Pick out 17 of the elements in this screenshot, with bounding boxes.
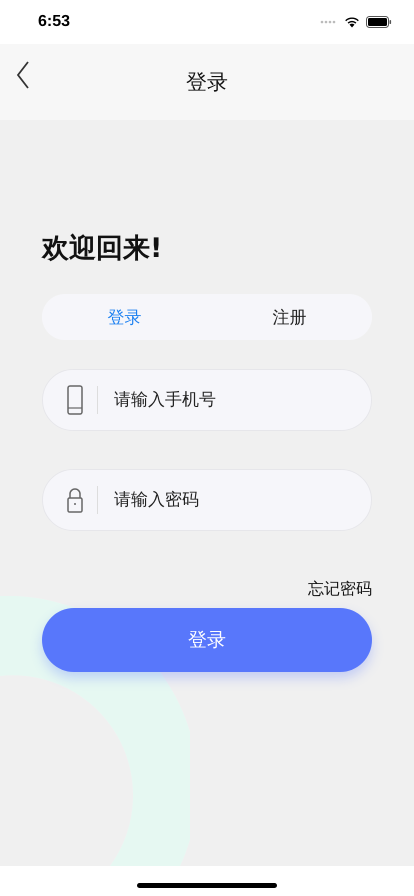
welcome-heading: 欢迎回来! xyxy=(42,232,164,266)
tab[interactable]: 注册 xyxy=(207,294,372,340)
text-input[interactable]: 请输入密码 xyxy=(112,489,371,511)
tab[interactable]: 登录 xyxy=(42,294,207,340)
status-time: 6:53 xyxy=(38,13,70,31)
nav-title: 登录 xyxy=(186,69,228,96)
phone-icon xyxy=(67,385,83,415)
input-field[interactable]: 请输入手机号 xyxy=(42,369,372,431)
wifi-icon xyxy=(344,16,360,28)
login-button[interactable]: 登录 xyxy=(42,608,372,672)
lock-icon xyxy=(67,487,83,513)
back-icon xyxy=(16,60,30,90)
text-input[interactable]: 请输入手机号 xyxy=(112,389,371,411)
forgot-password-link[interactable]: 忘记密码 xyxy=(308,579,372,600)
battery-icon xyxy=(366,16,392,28)
signal-icon xyxy=(320,20,338,24)
input-field[interactable]: 请输入密码 xyxy=(42,469,372,531)
